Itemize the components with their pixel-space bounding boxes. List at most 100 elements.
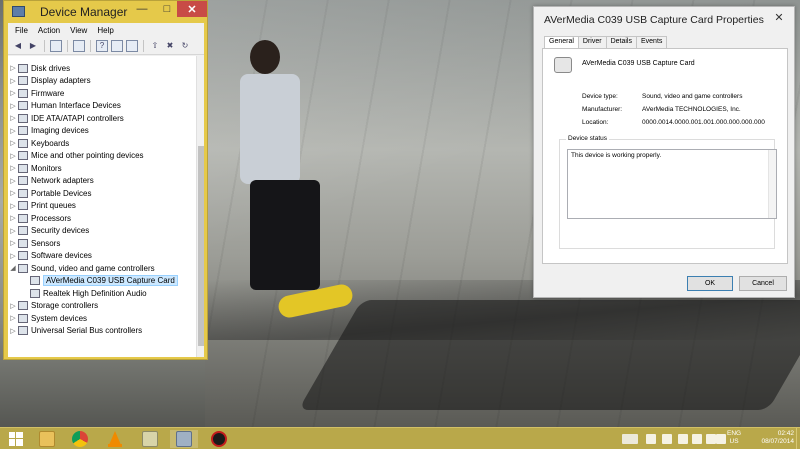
chevron-right-icon[interactable]: ▷ — [8, 189, 18, 197]
device-manager-titlebar[interactable]: Device Manager — □ ✕ — [4, 1, 207, 23]
chevron-down-icon[interactable]: ◢ — [8, 264, 18, 272]
skater-shirt — [240, 74, 300, 184]
chevron-right-icon[interactable]: ▷ — [8, 114, 18, 122]
tree-category-item[interactable]: ▷ Network adapters — [8, 175, 198, 187]
vlc-button[interactable] — [101, 430, 129, 448]
tab-driver[interactable]: Driver — [577, 36, 607, 48]
tree-scrollbar[interactable] — [196, 56, 204, 357]
device-status-textbox[interactable]: This device is working properly. — [567, 149, 777, 219]
flag-icon[interactable] — [692, 434, 702, 444]
tree-category-item[interactable]: ▷ Universal Serial Bus controllers — [8, 325, 198, 337]
tree-category-item[interactable]: ▷ Storage controllers — [8, 300, 198, 312]
tree-category-item[interactable]: ▷ System devices — [8, 312, 198, 324]
status-scrollbar[interactable] — [768, 150, 776, 218]
people-icon[interactable] — [646, 434, 656, 444]
tree-category-item[interactable]: ▷ Mice and other pointing devices — [8, 150, 198, 162]
chevron-right-icon[interactable]: ▷ — [8, 64, 18, 72]
chevron-right-icon[interactable]: ▷ — [8, 102, 18, 110]
properties-titlebar[interactable]: AVerMedia C039 USB Capture Card Properti… — [534, 7, 794, 29]
minimize-button[interactable]: — — [129, 1, 155, 17]
tree-category-item[interactable]: ▷ Firmware — [8, 87, 198, 99]
tree-category-item[interactable]: ▷ IDE ATA/ATAPI controllers — [8, 112, 198, 124]
tab-events[interactable]: Events — [635, 36, 668, 48]
chevron-right-icon[interactable]: ▷ — [8, 314, 18, 322]
tree-category-item[interactable]: ▷ Software devices — [8, 250, 198, 262]
tree-category-item[interactable]: ▷ Security devices — [8, 225, 198, 237]
device-status-title: Device status — [566, 135, 610, 142]
tree-category-item[interactable]: ▷ Monitors — [8, 162, 198, 174]
window-title: Device Manager — [40, 5, 128, 19]
tree-item-label: Sound, video and game controllers — [31, 263, 155, 273]
chevron-right-icon[interactable]: ▷ — [8, 327, 18, 335]
uninstall-icon[interactable]: ✖ — [164, 40, 176, 52]
chrome-button[interactable] — [66, 430, 94, 448]
scrollbar-thumb[interactable] — [198, 146, 204, 346]
chevron-right-icon[interactable]: ▷ — [8, 214, 18, 222]
battery-icon[interactable] — [678, 434, 688, 444]
tree-category-item[interactable]: ▷ Portable Devices — [8, 187, 198, 199]
properties-dialog[interactable]: AVerMedia C039 USB Capture Card Properti… — [533, 6, 795, 298]
show-desktop-button[interactable] — [796, 428, 800, 449]
view-icon[interactable] — [111, 39, 123, 52]
help-icon[interactable]: ? — [96, 39, 108, 52]
tree-child-item[interactable]: AVerMedia C039 USB Capture Card — [8, 275, 198, 287]
menu-view[interactable]: View — [70, 26, 87, 35]
update-driver-icon[interactable]: ⇧ — [149, 40, 161, 52]
menu-action[interactable]: Action — [38, 26, 60, 35]
dialog-close-button[interactable]: ✕ — [766, 9, 792, 25]
language-indicator[interactable]: ENG US — [727, 430, 741, 446]
chevron-right-icon[interactable]: ▷ — [8, 127, 18, 135]
chevron-right-icon[interactable]: ▷ — [8, 202, 18, 210]
tree-child-item[interactable]: Realtek High Definition Audio — [8, 287, 198, 299]
chevron-right-icon[interactable]: ▷ — [8, 177, 18, 185]
tree-category-item[interactable]: ▷ Human Interface Devices — [8, 100, 198, 112]
clock-time: 02:42 — [777, 430, 794, 437]
tree-item-label: Imaging devices — [31, 126, 89, 135]
tree-category-item[interactable]: ▷ Keyboards — [8, 137, 198, 149]
chevron-right-icon[interactable]: ▷ — [8, 152, 18, 160]
start-button[interactable] — [2, 430, 30, 448]
chevron-right-icon[interactable]: ▷ — [8, 239, 18, 247]
properties-icon[interactable] — [73, 39, 85, 52]
menu-help[interactable]: Help — [97, 26, 113, 35]
tree-category-item[interactable]: ◢ Sound, video and game controllers — [8, 262, 198, 274]
chevron-right-icon[interactable]: ▷ — [8, 302, 18, 310]
chevron-right-icon[interactable]: ▷ — [8, 77, 18, 85]
computer-icon[interactable] — [126, 39, 138, 52]
volume-icon[interactable] — [716, 434, 726, 444]
tree-category-item[interactable]: ▷ Processors — [8, 212, 198, 224]
chevron-right-icon[interactable]: ▷ — [8, 164, 18, 172]
device-manager-window[interactable]: Device Manager — □ ✕ File Action View He… — [3, 0, 208, 360]
device-manager-icon — [176, 431, 192, 447]
tree-category-item[interactable]: ▷ Display adapters — [8, 75, 198, 87]
chevron-right-icon[interactable]: ▷ — [8, 252, 18, 260]
menu-file[interactable]: File — [15, 26, 28, 35]
ok-button[interactable]: OK — [687, 276, 733, 291]
folder-button[interactable] — [136, 430, 164, 448]
chevron-right-icon[interactable]: ▷ — [8, 89, 18, 97]
device-category-icon — [18, 76, 28, 85]
language-code: ENG — [727, 430, 742, 437]
device-tree[interactable]: ▷ Disk drives ▷ Display adapters ▷ Firmware ▷ H… — [8, 56, 198, 357]
tree-category-item[interactable]: ▷ Imaging devices — [8, 125, 198, 137]
chevron-right-icon[interactable]: ▷ — [8, 227, 18, 235]
network-icon[interactable] — [706, 434, 716, 444]
chevron-right-icon[interactable]: ▷ — [8, 139, 18, 147]
clock[interactable]: 02:42 08/07/2014 — [750, 430, 794, 446]
tree-category-item[interactable]: ▷ Print queues — [8, 200, 198, 212]
game-button[interactable] — [205, 430, 233, 448]
tree-category-item[interactable]: ▷ Sensors — [8, 237, 198, 249]
forward-icon[interactable]: ▶ — [27, 40, 39, 52]
keyboard-icon[interactable] — [622, 434, 638, 444]
file-explorer-button[interactable] — [33, 430, 61, 448]
cancel-button[interactable]: Cancel — [739, 276, 787, 291]
tree-category-item[interactable]: ▷ Disk drives — [8, 62, 198, 74]
tab-details[interactable]: Details — [605, 36, 637, 48]
device-manager-task[interactable] — [170, 430, 198, 448]
taskbar: ENG US 02:42 08/07/2014 — [0, 427, 800, 449]
show-hide-tree-icon[interactable] — [50, 39, 62, 52]
back-icon[interactable]: ◀ — [12, 40, 24, 52]
close-button[interactable]: ✕ — [177, 1, 207, 17]
scan-hardware-icon[interactable]: ↻ — [179, 40, 191, 52]
signal-icon[interactable] — [662, 434, 672, 444]
